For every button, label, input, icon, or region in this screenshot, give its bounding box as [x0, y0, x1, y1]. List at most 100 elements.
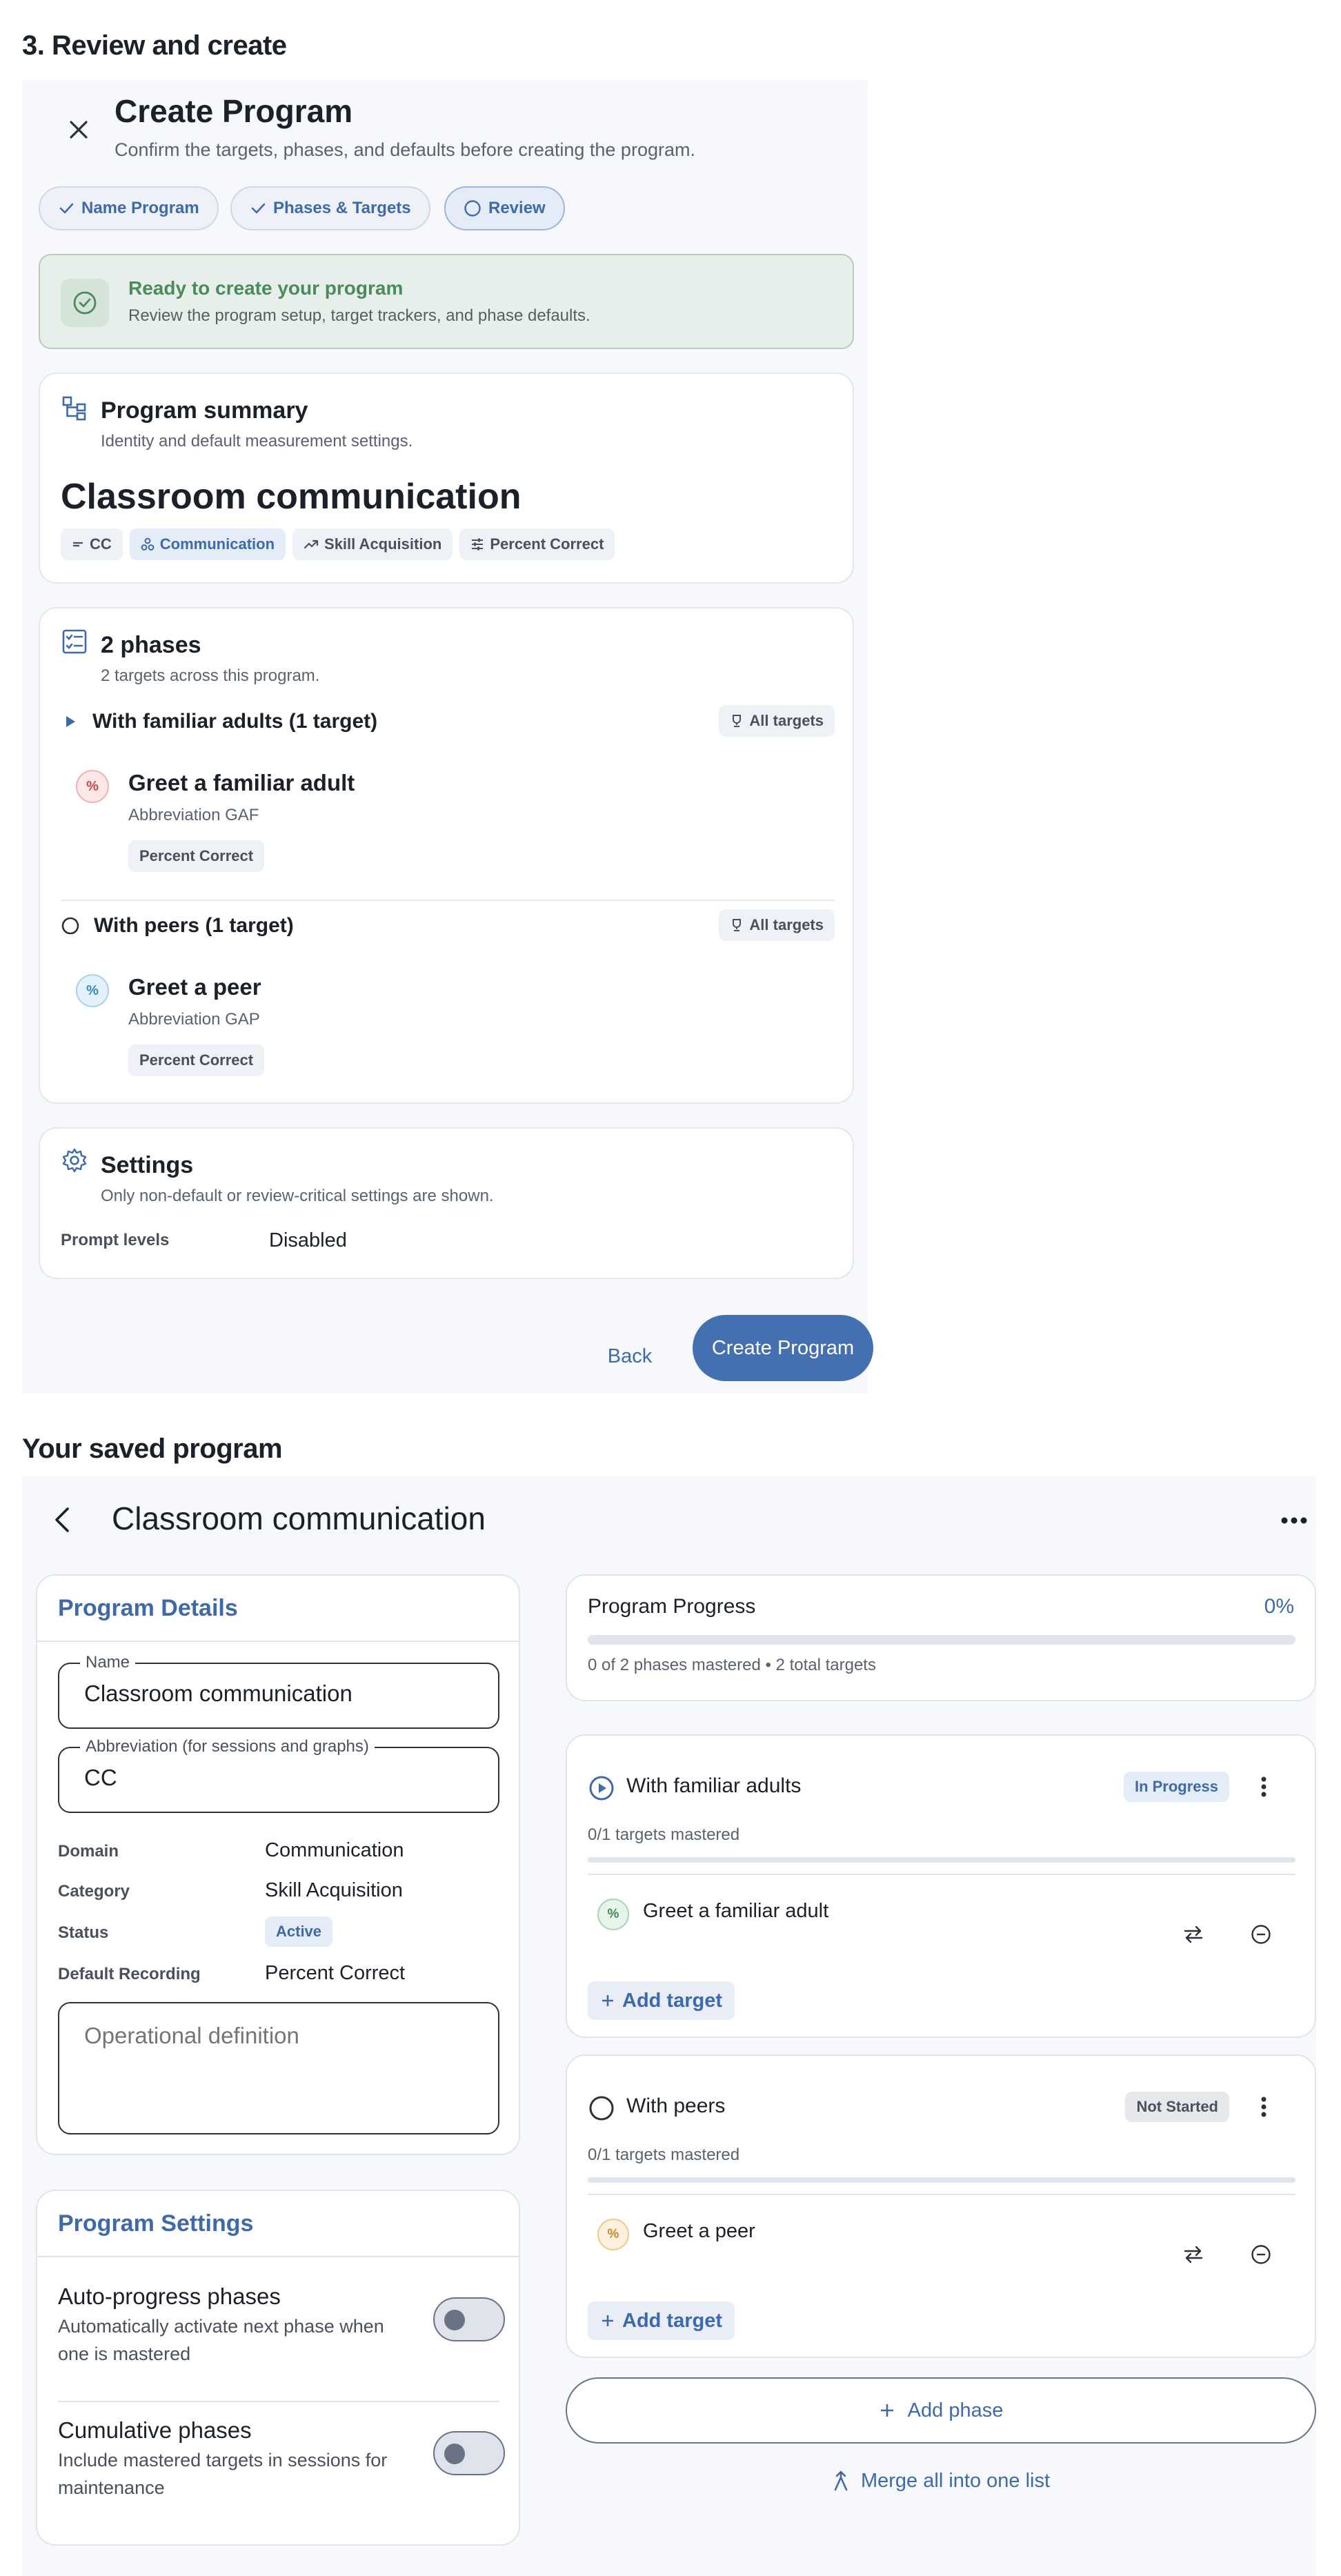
name-input[interactable]	[84, 1681, 470, 1707]
ready-title: Ready to create your program	[128, 277, 404, 299]
swap-horizontal-icon	[1184, 1925, 1203, 1943]
more-menu-button[interactable]	[1275, 1501, 1313, 1540]
add-target-button[interactable]: Add target	[588, 2301, 735, 2340]
back-button[interactable]: Back	[585, 1323, 675, 1389]
name-label: Name	[80, 1653, 136, 1672]
plus-icon	[880, 2404, 893, 2417]
swap-button[interactable]	[1175, 1916, 1211, 1952]
auto-progress-toggle[interactable]	[433, 2297, 505, 2341]
play-circle-icon	[589, 1776, 614, 1801]
merge-icon	[834, 2470, 848, 2491]
cumulative-title: Cumulative phases	[58, 2417, 252, 2443]
checklist-icon	[61, 628, 88, 655]
progress-percent: 0%	[1264, 1595, 1294, 1618]
circle-icon	[464, 200, 481, 217]
name-field[interactable]: Name	[58, 1653, 499, 1729]
phase-status-badge: In Progress	[1123, 1772, 1229, 1802]
toggle-knob	[444, 2310, 465, 2330]
add-target-button[interactable]: Add target	[588, 1981, 735, 2020]
program-settings-heading: Program Settings	[58, 2210, 254, 2237]
step-phases-targets[interactable]: Phases & Targets	[230, 186, 430, 230]
divider	[61, 900, 835, 901]
circle-icon	[589, 2096, 614, 2121]
step-name-program[interactable]: Name Program	[39, 186, 219, 230]
cumulative-toggle[interactable]	[433, 2431, 505, 2475]
target-name: Greet a familiar adult	[128, 770, 355, 795]
remove-target-button[interactable]	[1243, 2237, 1279, 2272]
saved-program-page: Classroom communication Program Details …	[22, 1476, 1316, 2576]
domain-value: Communication	[265, 1839, 404, 1861]
scope-badge: All targets	[719, 909, 835, 941]
page-title: Classroom communication	[112, 1500, 486, 1536]
remove-target-button[interactable]	[1243, 1916, 1279, 1952]
abbreviation-label: Abbreviation (for sessions and graphs)	[80, 1737, 375, 1756]
check-icon	[251, 203, 266, 214]
auto-progress-title: Auto-progress phases	[58, 2283, 281, 2309]
close-icon	[70, 121, 88, 139]
more-horizontal-icon	[1281, 1517, 1307, 1524]
swap-horizontal-icon	[1184, 2246, 1203, 2263]
auto-progress-description: Automatically activate next phase when o…	[58, 2316, 384, 2364]
back-button[interactable]	[39, 1496, 87, 1544]
status-label: Status	[58, 1923, 109, 1942]
program-summary-card: Program summary Identity and default mea…	[39, 373, 854, 584]
circle-icon	[61, 917, 79, 935]
step-label: Phases & Targets	[273, 199, 411, 217]
check-circle-icon	[61, 279, 109, 327]
dialog-title: Create Program	[115, 93, 353, 129]
swap-button[interactable]	[1175, 2237, 1211, 2272]
gear-icon	[61, 1147, 88, 1174]
program-name: Classroom communication	[61, 477, 522, 517]
chevron-left-icon	[55, 1507, 69, 1532]
divider	[588, 2194, 1295, 2195]
short-text-icon	[73, 542, 83, 547]
trophy-icon	[733, 919, 742, 931]
abbreviation-field[interactable]: Abbreviation (for sessions and graphs)	[58, 1737, 499, 1813]
step-review[interactable]: Review	[444, 186, 565, 230]
dialog-subtitle: Confirm the targets, phases, and default…	[115, 139, 695, 160]
phase-menu-button[interactable]	[1250, 2093, 1278, 2121]
program-progress-card: Program Progress 0% 0 of 2 phases master…	[566, 1574, 1316, 1701]
operational-definition-input[interactable]	[84, 2023, 470, 2112]
merge-button[interactable]: Merge all into one list	[566, 2459, 1316, 2503]
category-label: Category	[58, 1882, 130, 1901]
check-icon	[59, 203, 74, 214]
phase-row-familiar[interactable]: With familiar adults (1 target) All targ…	[61, 705, 835, 738]
prompt-levels-value: Disabled	[269, 1229, 347, 1251]
divider	[37, 2256, 519, 2257]
status-badge: Active	[265, 1916, 333, 1947]
workspaces-icon	[141, 537, 155, 551]
chip-recording: Percent Correct	[459, 528, 615, 560]
minus-circle-icon	[1251, 2245, 1271, 2264]
create-program-dialog: Create Program Confirm the targets, phas…	[22, 80, 873, 1394]
percent-icon: %	[76, 770, 109, 803]
percent-icon: %	[597, 2219, 629, 2250]
recording-value: Percent Correct	[265, 1962, 406, 1984]
target-name: Greet a familiar adult	[643, 1900, 829, 1922]
section-title-review: 3. Review and create	[22, 30, 287, 61]
target-abbreviation: Abbreviation GAP	[128, 1010, 260, 1029]
add-phase-button[interactable]: Add phase	[566, 2377, 1316, 2444]
settings-card: Settings Only non-default or review-crit…	[39, 1127, 854, 1279]
program-details-card: Program Details Name Abbreviation (for s…	[36, 1574, 520, 2155]
target-abbreviation: Abbreviation GAF	[128, 806, 259, 824]
chip-category: Skill Acquisition	[292, 528, 453, 560]
ready-banner: Ready to create your program Review the …	[39, 254, 854, 349]
close-button[interactable]	[57, 108, 101, 152]
recording-label: Default Recording	[58, 1965, 201, 1983]
summary-subtitle: Identity and default measurement setting…	[101, 432, 413, 450]
phase-menu-button[interactable]	[1250, 1773, 1278, 1801]
step-label: Review	[488, 199, 546, 217]
target-method-chip: Percent Correct	[128, 840, 265, 872]
create-program-button[interactable]: Create Program	[693, 1315, 873, 1381]
more-vertical-icon	[1261, 1776, 1266, 1797]
phase-status-badge: Not Started	[1125, 2092, 1229, 2122]
operational-definition-field[interactable]	[58, 2002, 499, 2134]
phases-card: 2 phases 2 targets across this program. …	[39, 607, 854, 1104]
trending-up-icon	[304, 539, 319, 549]
mastered-text: 0/1 targets mastered	[588, 1825, 740, 1844]
target-method-chip: Percent Correct	[128, 1044, 265, 1076]
phase-row-peers[interactable]: With peers (1 target) All targets	[61, 909, 835, 942]
abbreviation-input[interactable]	[84, 1765, 470, 1791]
summary-title: Program summary	[101, 397, 308, 424]
